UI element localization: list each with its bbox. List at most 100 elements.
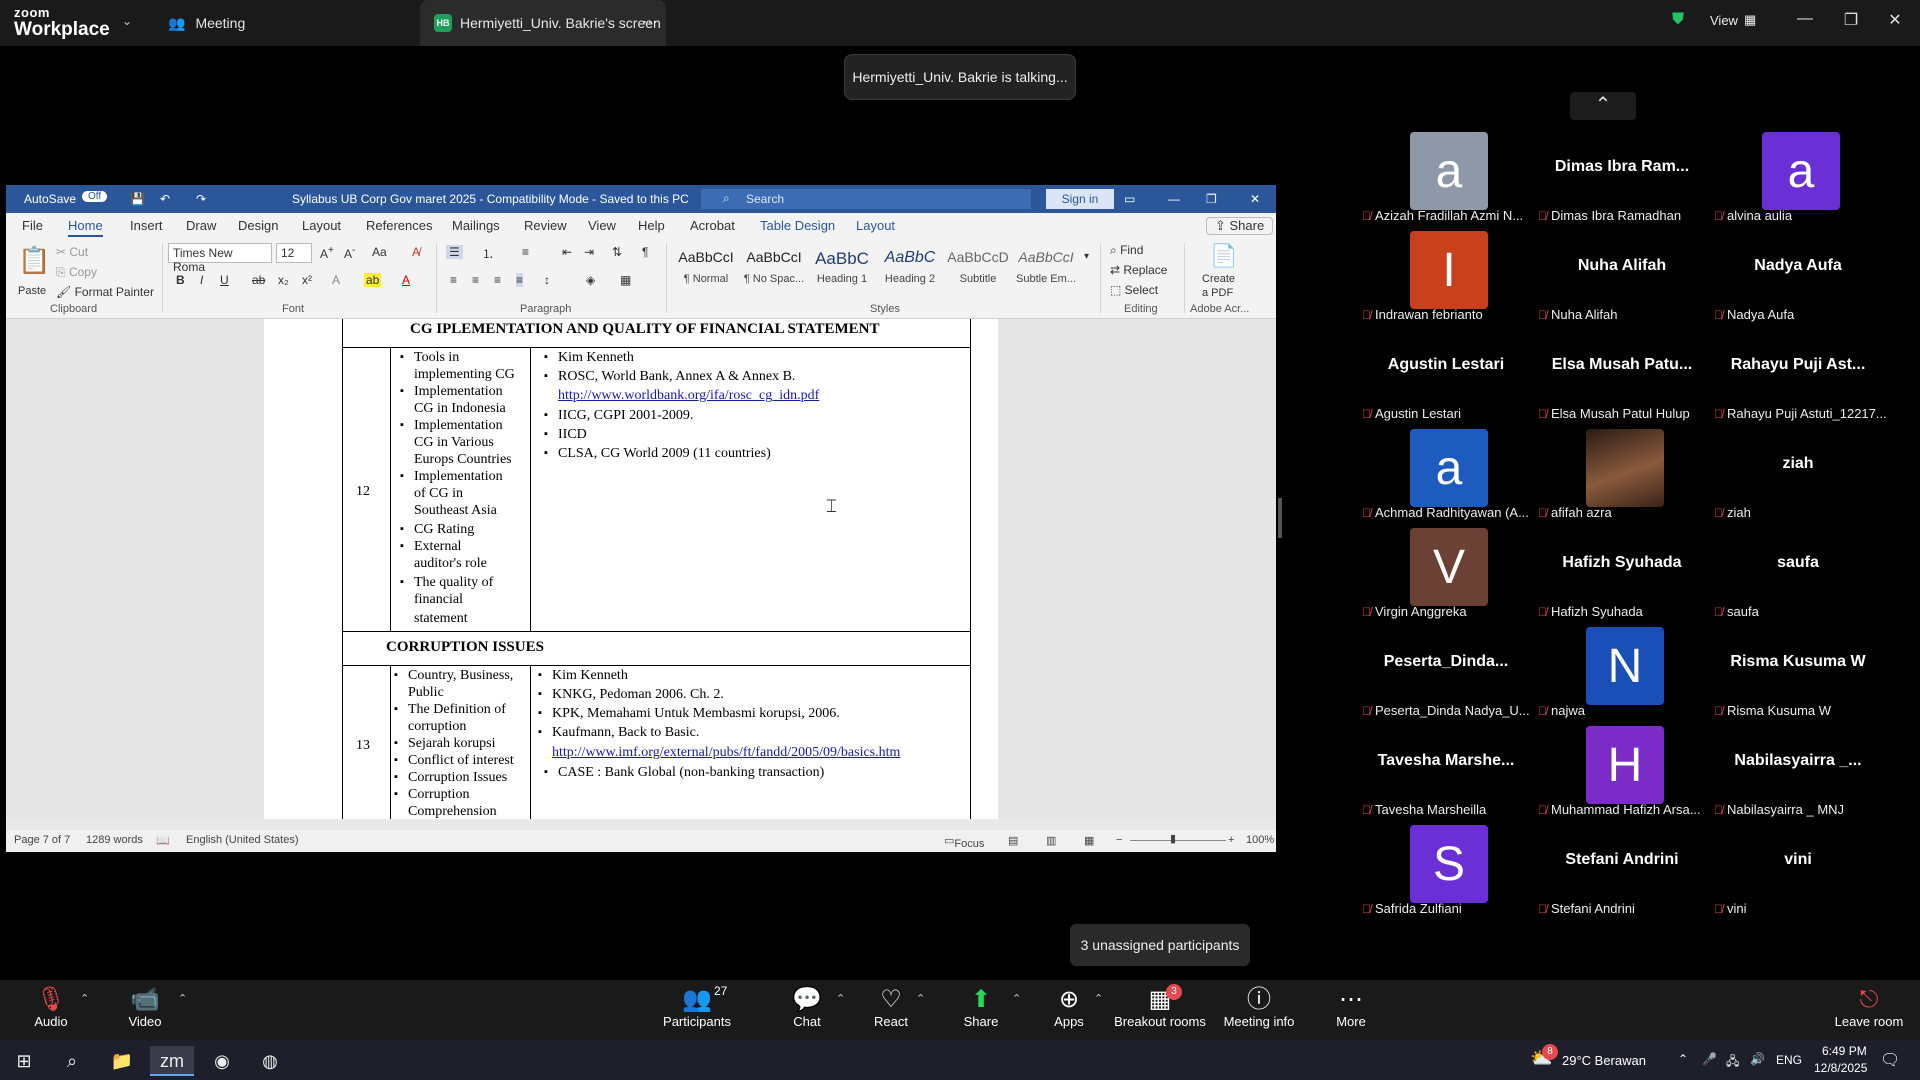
- zoom-in-icon[interactable]: +: [1228, 834, 1234, 846]
- grow-font-icon[interactable]: A+: [320, 245, 334, 261]
- decrease-indent-icon[interactable]: ⇤: [562, 245, 572, 259]
- paste-icon[interactable]: 📋: [18, 245, 50, 276]
- tab-insert[interactable]: Insert: [130, 218, 163, 233]
- print-layout-icon[interactable]: ▥: [1046, 834, 1056, 847]
- style-normal[interactable]: AaBbCcI ¶ Normal: [674, 245, 738, 293]
- word-count[interactable]: 1289 words: [86, 834, 143, 846]
- panel-splitter[interactable]: [1278, 498, 1282, 538]
- close-icon[interactable]: ✕: [1880, 10, 1910, 30]
- chat-options-chevron-icon[interactable]: ⌃: [836, 992, 845, 1005]
- file-explorer-icon[interactable]: 📁: [100, 1046, 144, 1076]
- paste-button[interactable]: Paste: [18, 285, 46, 297]
- proofing-icon[interactable]: 📖: [156, 834, 170, 847]
- replace-button[interactable]: ⇄ Replace: [1110, 263, 1167, 277]
- tab-mailings[interactable]: Mailings: [452, 218, 500, 233]
- participant-tile[interactable]: S 🎙̸ Safrida Zulfiani: [1358, 825, 1534, 923]
- share-options-chevron-icon[interactable]: ⌃: [1012, 992, 1021, 1005]
- clock-date[interactable]: 12/8/2025: [1814, 1061, 1867, 1075]
- video-options-chevron-icon[interactable]: ⌃: [178, 992, 187, 1005]
- italic-icon[interactable]: I: [200, 273, 203, 287]
- create-pdf-icon[interactable]: 📄: [1210, 243, 1237, 269]
- create-pdf-label-2[interactable]: a PDF: [1202, 287, 1233, 299]
- tab-home[interactable]: Home: [68, 218, 103, 237]
- format-painter-button[interactable]: 🖌 Format Painter: [56, 285, 154, 299]
- web-layout-icon[interactable]: ▦: [1084, 834, 1094, 847]
- notifications-icon[interactable]: 🗨: [1880, 1050, 1900, 1070]
- zoom-slider-thumb[interactable]: ▮: [1170, 832, 1176, 845]
- sign-in-button[interactable]: Sign in: [1046, 189, 1114, 209]
- participant-tile[interactable]: Peserta_Dinda... 🎙̸ Peserta_Dinda Nadya_U.…: [1358, 627, 1534, 725]
- select-button[interactable]: ⬚ Select: [1110, 283, 1158, 297]
- page-count[interactable]: Page 7 of 7: [14, 834, 70, 846]
- align-right-icon[interactable]: ≡: [494, 273, 501, 287]
- participant-tile[interactable]: N 🎙̸ najwa: [1534, 627, 1710, 725]
- save-icon[interactable]: 💾: [130, 192, 145, 206]
- copy-button[interactable]: ⎘ Copy: [56, 265, 97, 280]
- windows-start-icon[interactable]: ⊞: [2, 1046, 46, 1076]
- participant-tile[interactable]: Nadya Aufa 🎙̸ Nadya Aufa: [1710, 231, 1886, 329]
- participant-tile[interactable]: V 🎙̸ Virgin Anggreka: [1358, 528, 1534, 626]
- word-minimize-icon[interactable]: —: [1168, 192, 1180, 206]
- cut-button[interactable]: ✂ Cut: [56, 245, 88, 259]
- chevron-down-icon[interactable]: ⌄: [122, 14, 132, 28]
- justify-icon[interactable]: ≡: [516, 273, 524, 287]
- style-no-spacing[interactable]: AaBbCcI ¶ No Spac...: [742, 245, 806, 293]
- participant-tile[interactable]: Tavesha Marshe... 🎙̸ Tavesha Marsheilla: [1358, 726, 1534, 824]
- tab-help[interactable]: Help: [638, 218, 665, 233]
- create-pdf-label-1[interactable]: Create: [1202, 273, 1235, 285]
- network-icon[interactable]: 🖧: [1726, 1052, 1739, 1073]
- line-spacing-icon[interactable]: ↕: [544, 273, 550, 287]
- clock-time[interactable]: 6:49 PM: [1822, 1044, 1867, 1058]
- styles-gallery-more-icon[interactable]: ▾: [1084, 251, 1089, 262]
- style-heading-1[interactable]: AaBbC Heading 1: [810, 245, 874, 293]
- apps-options-chevron-icon[interactable]: ⌃: [1094, 992, 1103, 1005]
- participant-tile[interactable]: Risma Kusuma W 🎙̸ Risma Kusuma W: [1710, 627, 1886, 725]
- style-subtitle[interactable]: AaBbCcD Subtitle: [946, 245, 1010, 293]
- grid-view-icon[interactable]: ▦: [1744, 12, 1756, 28]
- font-size-select[interactable]: 12: [276, 243, 312, 263]
- underline-icon[interactable]: U: [220, 273, 229, 287]
- tab-references[interactable]: References: [366, 218, 432, 233]
- strikethrough-icon[interactable]: ab: [252, 273, 265, 287]
- search-icon[interactable]: ⌕: [50, 1046, 94, 1076]
- participant-tile[interactable]: H 🎙̸ Muhammad Hafizh Arsa...: [1534, 726, 1710, 824]
- subscript-icon[interactable]: x₂: [278, 273, 289, 287]
- participant-tile[interactable]: saufa 🎙̸ saufa: [1710, 528, 1886, 626]
- text-effects-icon[interactable]: A: [332, 273, 340, 287]
- participant-tile[interactable]: vini 🎙̸ vini: [1710, 825, 1886, 923]
- font-color-icon[interactable]: A: [402, 273, 410, 287]
- language-status[interactable]: English (United States): [186, 834, 299, 846]
- tab-design[interactable]: Design: [238, 218, 278, 233]
- word-close-icon[interactable]: ✕: [1250, 192, 1260, 206]
- autosave-toggle[interactable]: Off: [82, 191, 108, 202]
- more-button[interactable]: ⋯ More: [1306, 986, 1396, 1029]
- security-shield-icon[interactable]: ⛊: [1672, 11, 1684, 29]
- participant-tile[interactable]: a 🎙̸ alvina aulia: [1710, 132, 1886, 230]
- superscript-icon[interactable]: x²: [302, 273, 312, 287]
- volume-icon[interactable]: 🔊: [1750, 1052, 1765, 1066]
- tab-file[interactable]: File: [22, 218, 43, 233]
- microphone-tray-icon[interactable]: 🎤: [1702, 1052, 1717, 1066]
- tab-meeting[interactable]: 👥 Meeting: [168, 0, 278, 46]
- shading-icon[interactable]: ◈: [586, 273, 595, 287]
- font-name-select[interactable]: Times New Roma: [168, 243, 272, 274]
- language-indicator[interactable]: ENG: [1776, 1053, 1802, 1067]
- align-center-icon[interactable]: ≡: [472, 273, 479, 287]
- view-button[interactable]: View: [1710, 13, 1738, 28]
- participant-tile[interactable]: Agustin Lestari 🎙̸ Agustin Lestari: [1358, 330, 1534, 428]
- borders-icon[interactable]: ▦: [620, 273, 631, 287]
- bullets-icon[interactable]: ☰: [446, 245, 463, 259]
- clear-formatting-icon[interactable]: A̸: [412, 245, 420, 259]
- zoom-out-icon[interactable]: −: [1116, 834, 1122, 846]
- increase-indent-icon[interactable]: ⇥: [584, 245, 594, 259]
- undo-icon[interactable]: ↶: [160, 192, 170, 206]
- multilevel-list-icon[interactable]: ≡: [522, 245, 529, 259]
- numbering-icon[interactable]: ⒈: [482, 245, 494, 262]
- video-button[interactable]: 📹 Video: [100, 986, 190, 1029]
- participant-tile[interactable]: Dimas Ibra Ram... 🎙̸ Dimas Ibra Ramadhan: [1534, 132, 1710, 230]
- participant-tile[interactable]: ziah 🎙̸ ziah: [1710, 429, 1886, 527]
- tab-review[interactable]: Review: [524, 218, 567, 233]
- bold-icon[interactable]: B: [176, 273, 185, 287]
- more-options-icon[interactable]: ⋯: [642, 12, 658, 32]
- participant-tile[interactable]: Nabilasyairra _... 🎙̸ Nabilasyairra _ MNJ: [1710, 726, 1886, 824]
